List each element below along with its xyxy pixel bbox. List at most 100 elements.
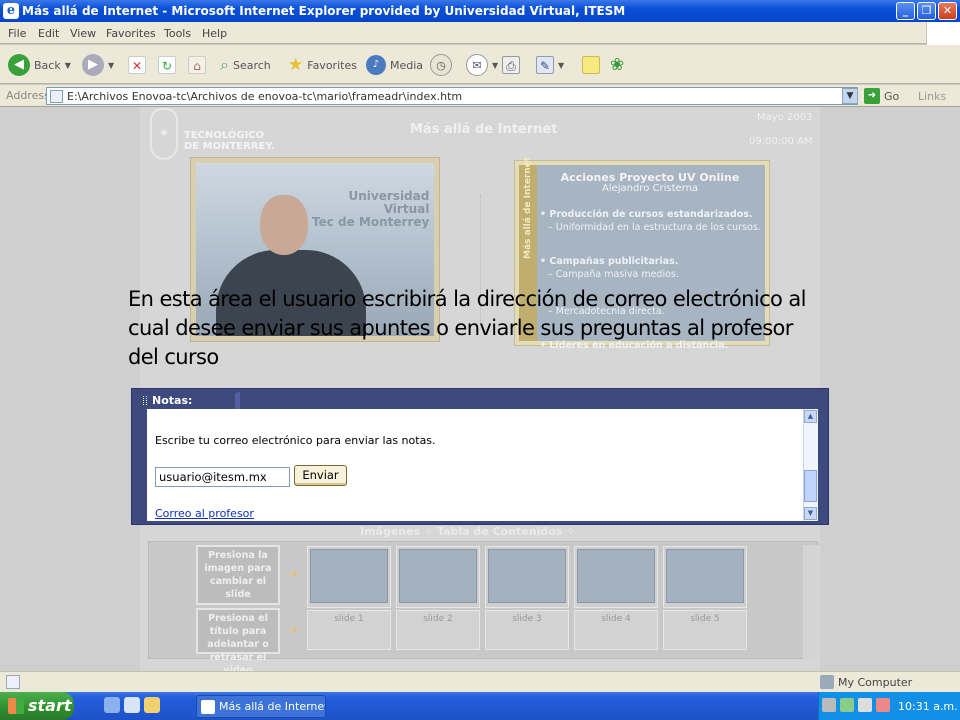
notes-prompt: Escribe tu correo electrónico para envia…: [155, 434, 436, 447]
tray-antivirus-icon[interactable]: [840, 698, 854, 712]
slide-caption[interactable]: slide 4: [574, 610, 658, 650]
mail-icon: ✉: [466, 54, 488, 76]
forward-button[interactable]: ▶ ▼: [82, 53, 114, 77]
page-icon: [50, 90, 63, 103]
tray-network-icon[interactable]: [822, 698, 836, 712]
slide-thumbnail-image[interactable]: [488, 549, 566, 603]
address-bar: Address E:\Archivos Enovoa-tc\Archivos d…: [0, 85, 960, 107]
print-button[interactable]: ⎙: [502, 53, 520, 77]
search-icon: ⌕: [220, 55, 229, 74]
menu-tools[interactable]: Tools: [164, 27, 191, 40]
status-bar: [0, 671, 960, 692]
back-label: Back: [34, 58, 61, 72]
media-label: Media: [390, 58, 424, 72]
slide-thumbnail-image[interactable]: [310, 549, 388, 603]
page-status-icon: [6, 675, 20, 689]
slide-thumbnail-image[interactable]: [399, 549, 477, 603]
media-button[interactable]: ♪ Media: [366, 53, 423, 77]
scroll-up-icon[interactable]: ▲: [804, 410, 817, 423]
ie-icon: e: [3, 3, 19, 19]
address-url: E:\Archivos Enovoa-tc\Archivos de enovoa…: [67, 90, 463, 103]
dropdown-arrow-icon: ▼: [558, 60, 565, 70]
email-field[interactable]: [155, 467, 290, 487]
minimize-button[interactable]: _: [896, 2, 915, 20]
note-icon: [582, 56, 600, 74]
arrow-right-icon: ⇢: [286, 622, 298, 638]
close-button[interactable]: ✕: [938, 2, 957, 20]
address-dropdown-icon[interactable]: ▼: [842, 88, 858, 104]
ie-quicklaunch-icon[interactable]: [124, 697, 140, 713]
window-title: Más allá de Internet - Microsoft Interne…: [22, 4, 626, 18]
slide-caption[interactable]: slide 3: [485, 610, 569, 650]
slide-caption[interactable]: slide 1: [307, 610, 391, 650]
address-input[interactable]: E:\Archivos Enovoa-tc\Archivos de enovoa…: [46, 87, 858, 105]
scroll-down-icon[interactable]: ▼: [804, 507, 817, 520]
slide-subbullet: – Mercadotecnia directa.: [548, 306, 665, 317]
menu-edit[interactable]: Edit: [38, 27, 59, 40]
slide-side-label: Más allá de Internet: [523, 157, 533, 259]
star-icon: ★: [288, 55, 304, 75]
history-button[interactable]: ◷: [430, 53, 452, 77]
hint-title: Presiona el título para adelantar o retr…: [196, 608, 280, 676]
page-title: Más allá de Internet: [410, 122, 558, 137]
search-button[interactable]: ⌕ Search: [220, 53, 271, 77]
refresh-icon: ↻: [158, 56, 176, 74]
refresh-button[interactable]: ↻: [158, 53, 176, 77]
go-button[interactable]: Go: [884, 90, 899, 103]
history-icon: ◷: [430, 54, 452, 76]
taskbar-window-label: Más allá de Internet -...: [219, 700, 326, 713]
forward-arrow-icon: ▶: [82, 54, 104, 76]
presenter-head: [260, 195, 308, 255]
stop-button[interactable]: ✕: [128, 53, 146, 77]
show-desktop-icon[interactable]: [104, 697, 120, 713]
go-arrow-icon[interactable]: ➜: [864, 88, 880, 104]
stop-icon: ✕: [128, 56, 146, 74]
arrow-right-icon: ⇢: [286, 566, 298, 582]
security-zone: My Computer: [838, 676, 913, 689]
home-icon: ⌂: [188, 56, 206, 74]
notes-scrollbar[interactable]: [803, 409, 818, 521]
grip-icon[interactable]: [143, 396, 147, 405]
maximize-button[interactable]: ❐: [917, 2, 936, 20]
outlook-quicklaunch-icon[interactable]: [144, 697, 160, 713]
media-icon: ♪: [366, 55, 386, 75]
scroll-thumb[interactable]: [804, 470, 817, 502]
menu-file[interactable]: File: [8, 27, 26, 40]
strip-scrollbar[interactable]: [803, 545, 818, 660]
favorites-button[interactable]: ★ Favorites: [288, 53, 357, 77]
menu-help[interactable]: Help: [202, 27, 227, 40]
slide-bullet: • Campañas publicitarias.: [540, 256, 679, 267]
slide-thumbnail-image[interactable]: [577, 549, 655, 603]
email-professor-link[interactable]: Correo al profesor: [155, 507, 254, 520]
notes-tab[interactable]: Notas:: [140, 392, 235, 409]
links-button[interactable]: Links: [918, 90, 946, 103]
content-tabs[interactable]: Imágenes ✧ Tabla de Contenidos ✧: [360, 525, 660, 540]
slide-bullet: • Producción de cursos estandarizados.: [540, 209, 753, 220]
home-button[interactable]: ⌂: [188, 53, 206, 77]
tray-app-icon[interactable]: [876, 698, 890, 712]
notes-button[interactable]: [582, 53, 600, 77]
tray-volume-icon[interactable]: [858, 698, 872, 712]
flower-icon: ❀: [610, 55, 625, 75]
back-button[interactable]: ◀ Back ▼: [8, 53, 71, 77]
slide-author: Alejandro Cristerna: [601, 183, 699, 194]
send-button[interactable]: Enviar: [294, 465, 347, 486]
edit-button[interactable]: ✎ ▼: [536, 53, 564, 77]
slide-subbullet: – Uniformidad en la estructura de los cu…: [548, 222, 761, 233]
taskbar-window-button[interactable]: Más allá de Internet -...: [196, 695, 326, 718]
messenger-button[interactable]: ❀: [610, 53, 624, 77]
mail-button[interactable]: ✉ ▼: [466, 53, 498, 77]
menu-view[interactable]: View: [70, 27, 96, 40]
hint-image: Presiona la imagen para cambiar el slide: [196, 545, 280, 605]
page-date: Mayo 2003: [757, 112, 813, 123]
ie-icon: [201, 700, 215, 714]
search-label: Search: [232, 58, 271, 72]
slide-thumbnail-image[interactable]: [666, 549, 744, 603]
window-title-bar[interactable]: e Más allá de Internet - Microsoft Inter…: [0, 0, 960, 22]
dropdown-arrow-icon: ▼: [492, 60, 499, 70]
dropdown-arrow-icon: ▼: [108, 60, 115, 70]
print-icon: ⎙: [502, 56, 520, 74]
menu-favorites[interactable]: Favorites: [106, 27, 156, 40]
slide-caption[interactable]: slide 2: [396, 610, 480, 650]
slide-caption[interactable]: slide 5: [663, 610, 747, 650]
